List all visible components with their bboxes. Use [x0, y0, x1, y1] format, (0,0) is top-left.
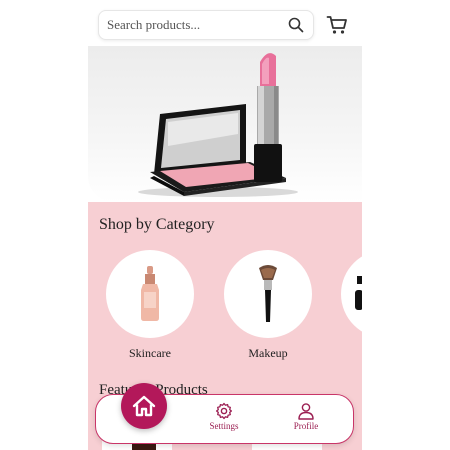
app-screen: Shop by Category Skincare [88, 0, 362, 450]
category-circle [106, 250, 194, 338]
search-bar[interactable] [98, 10, 314, 40]
nav-settings[interactable]: Settings [194, 402, 254, 431]
category-item-icon [355, 276, 362, 310]
category-label-skincare: Skincare [129, 346, 171, 360]
category-label-makeup: Makeup [248, 346, 288, 360]
makeup-product-image [138, 53, 298, 197]
serum-bottle-icon [141, 266, 159, 321]
category-skincare[interactable]: Skincare [106, 250, 194, 361]
nav-settings-label: Settings [209, 421, 239, 431]
gear-icon [215, 402, 233, 420]
nav-profile-label: Profile [293, 421, 319, 431]
shop-by-category-title: Shop by Category [99, 216, 215, 233]
category-circle [224, 250, 312, 338]
category-makeup[interactable]: Makeup [224, 250, 312, 361]
home-button[interactable] [121, 383, 167, 429]
makeup-brush-icon [259, 265, 277, 322]
home-icon [132, 395, 156, 417]
user-icon [298, 403, 314, 420]
hero-banner[interactable] [88, 46, 362, 202]
cart-icon[interactable] [326, 14, 348, 36]
category-partial[interactable] [341, 250, 362, 338]
search-icon[interactable] [287, 16, 305, 34]
category-circle [341, 250, 362, 338]
nav-profile[interactable]: Profile [276, 402, 336, 431]
search-input[interactable] [107, 17, 287, 33]
